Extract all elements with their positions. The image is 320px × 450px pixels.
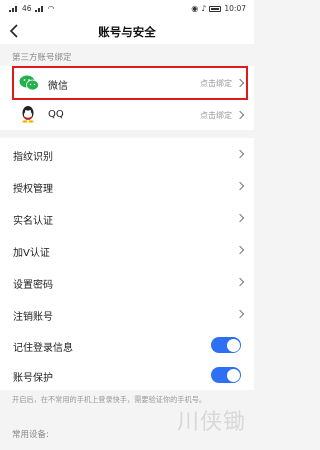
menu-row-realname[interactable]: 实名认证 [0,202,254,234]
toggle-label: 账号保护 [13,373,53,384]
status-right: ◉ ♪ 10:07 [191,4,246,13]
wechat-highlight-box [12,66,248,100]
qq-bind-text: 点击绑定 [200,111,232,120]
menu-label: 授权管理 [13,184,53,195]
chevron-right-icon [235,213,245,223]
status-left: 46 ◠ [9,4,55,13]
page-title: 账号与安全 [98,25,156,39]
qq-icon [20,105,36,123]
wifi-icon: ◠ [47,4,55,13]
network-label: 46 [22,4,32,13]
chevron-right-icon [235,277,245,287]
menu-label: 设置密码 [13,280,53,291]
chevron-right-icon [235,149,245,159]
devices-header: 常用设备: [12,430,49,440]
status-bar: 46 ◠ ◉ ♪ 10:07 [0,0,254,18]
toggle-label: 记住登录信息 [13,343,73,354]
chevron-right-icon [235,181,245,191]
menu-row-fingerprint[interactable]: 指纹识别 [0,138,254,170]
remember-login-toggle[interactable] [211,337,241,353]
menu-label: 注销账号 [13,312,53,323]
account-protection-toggle[interactable] [211,367,241,383]
battery-icon [209,5,222,12]
clock-text: 10:07 [224,4,246,13]
chevron-right-icon [235,110,245,120]
eye-icon: ◉ [191,4,199,13]
qq-label: QQ [48,109,64,120]
menu-row-password[interactable]: 设置密码 [0,266,254,298]
menu-label: 实名认证 [13,216,53,227]
signal-icon-2 [34,5,45,12]
qq-bind-row[interactable]: QQ 点击绑定 [0,100,254,130]
menu-label: 指纹识别 [13,152,53,163]
nav-bar: 账号与安全 [0,18,254,44]
account-protection-row: 账号保护 [0,360,254,390]
menu-row-verified[interactable]: 加V认证 [0,234,254,266]
remember-login-row: 记住登录信息 [0,330,254,360]
menu-label: 加V认证 [13,248,50,259]
watermark-logo: 川侠锄 [176,410,246,435]
bell-icon: ♪ [201,4,207,13]
chevron-right-icon [235,309,245,319]
chevron-right-icon [235,245,245,255]
menu-row-authorization[interactable]: 授权管理 [0,170,254,202]
menu-row-delete-account[interactable]: 注销账号 [0,298,254,330]
third-party-header: 第三方账号绑定 [12,53,72,63]
signal-icon [9,5,19,12]
